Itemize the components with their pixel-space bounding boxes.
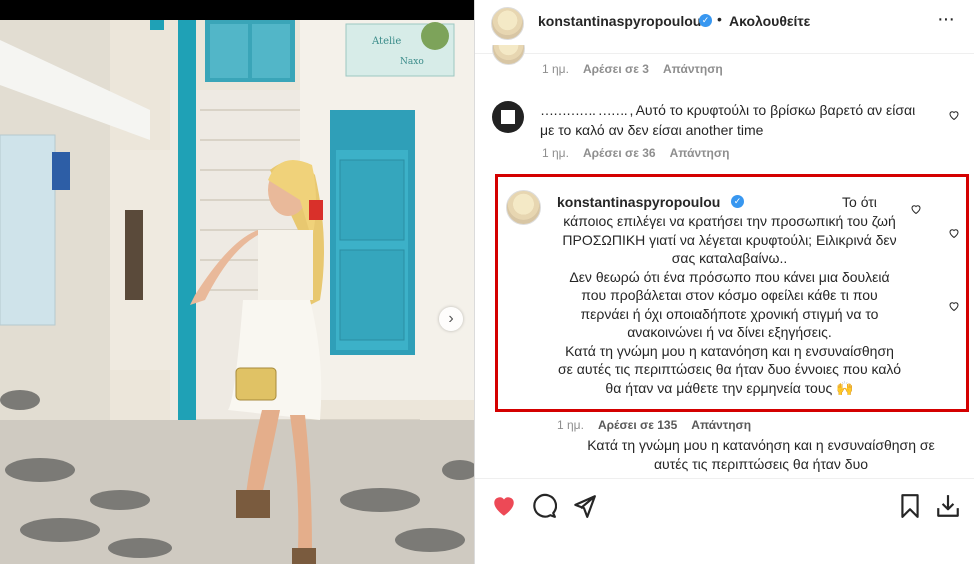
comment-likes[interactable]: Αρέσει σε 135	[598, 418, 677, 432]
comment-avatar[interactable]	[492, 45, 525, 65]
comment-avatar[interactable]	[492, 101, 524, 133]
reply-button[interactable]: Απάντηση	[691, 418, 751, 432]
reply-button[interactable]: Απάντηση	[663, 62, 723, 76]
comment-body: Κατά τη γνώμη μου η κατανόηση και η ενσυ…	[587, 437, 935, 472]
photo-illustration: Atelie Naxo	[0, 0, 474, 564]
comment-time: 1 ημ.	[557, 418, 584, 432]
comment-meta: 1 ημ. Αρέσει σε 36 Απάντηση	[542, 146, 729, 160]
author-avatar[interactable]	[491, 7, 524, 40]
action-bar	[475, 478, 974, 565]
top-black-bar	[0, 0, 474, 20]
following-button[interactable]: Ακολουθείτε	[729, 13, 810, 29]
post-header: konstantinaspyropoulou ✓ • Ακολουθείτε ·…	[475, 0, 974, 54]
comment-meta: 1 ημ. Αρέσει σε 135 Απάντηση	[557, 418, 751, 432]
sign-text-1: Atelie	[371, 36, 401, 47]
comment-time: 1 ημ.	[542, 62, 569, 76]
comment-text: …………. ……. , Αυτό το κρυφτούλι το βρίσκω …	[540, 100, 930, 140]
chevron-right-icon: ›	[448, 310, 454, 327]
separator-dot: •	[717, 11, 722, 27]
verified-badge-icon: ✓	[699, 14, 712, 27]
next-photo-button[interactable]: ›	[439, 307, 463, 331]
comment-icon[interactable]	[531, 493, 557, 519]
like-comment-heart-icon[interactable]	[948, 109, 960, 121]
share-icon[interactable]	[571, 493, 597, 519]
comment-likes[interactable]: Αρέσει σε 3	[583, 62, 649, 76]
download-icon[interactable]	[935, 493, 961, 519]
comment-meta: 1 ημ. Αρέσει σε 3 Απάντηση	[542, 62, 723, 76]
bookmark-icon[interactable]	[897, 493, 923, 519]
sign-text-2: Naxo	[400, 57, 424, 67]
author-username[interactable]: konstantinaspyropoulou	[538, 13, 701, 29]
heart-icon[interactable]	[491, 493, 517, 519]
comment-likes[interactable]: Αρέσει σε 36	[583, 146, 656, 160]
highlight-box	[495, 174, 969, 412]
reply-button[interactable]: Απάντηση	[670, 146, 730, 160]
comment-time: 1 ημ.	[542, 146, 569, 160]
post-photo: Atelie Naxo ›	[0, 0, 474, 564]
more-options-icon[interactable]: ···	[937, 8, 955, 31]
comment-username[interactable]: …………. ……. ,	[540, 102, 633, 118]
